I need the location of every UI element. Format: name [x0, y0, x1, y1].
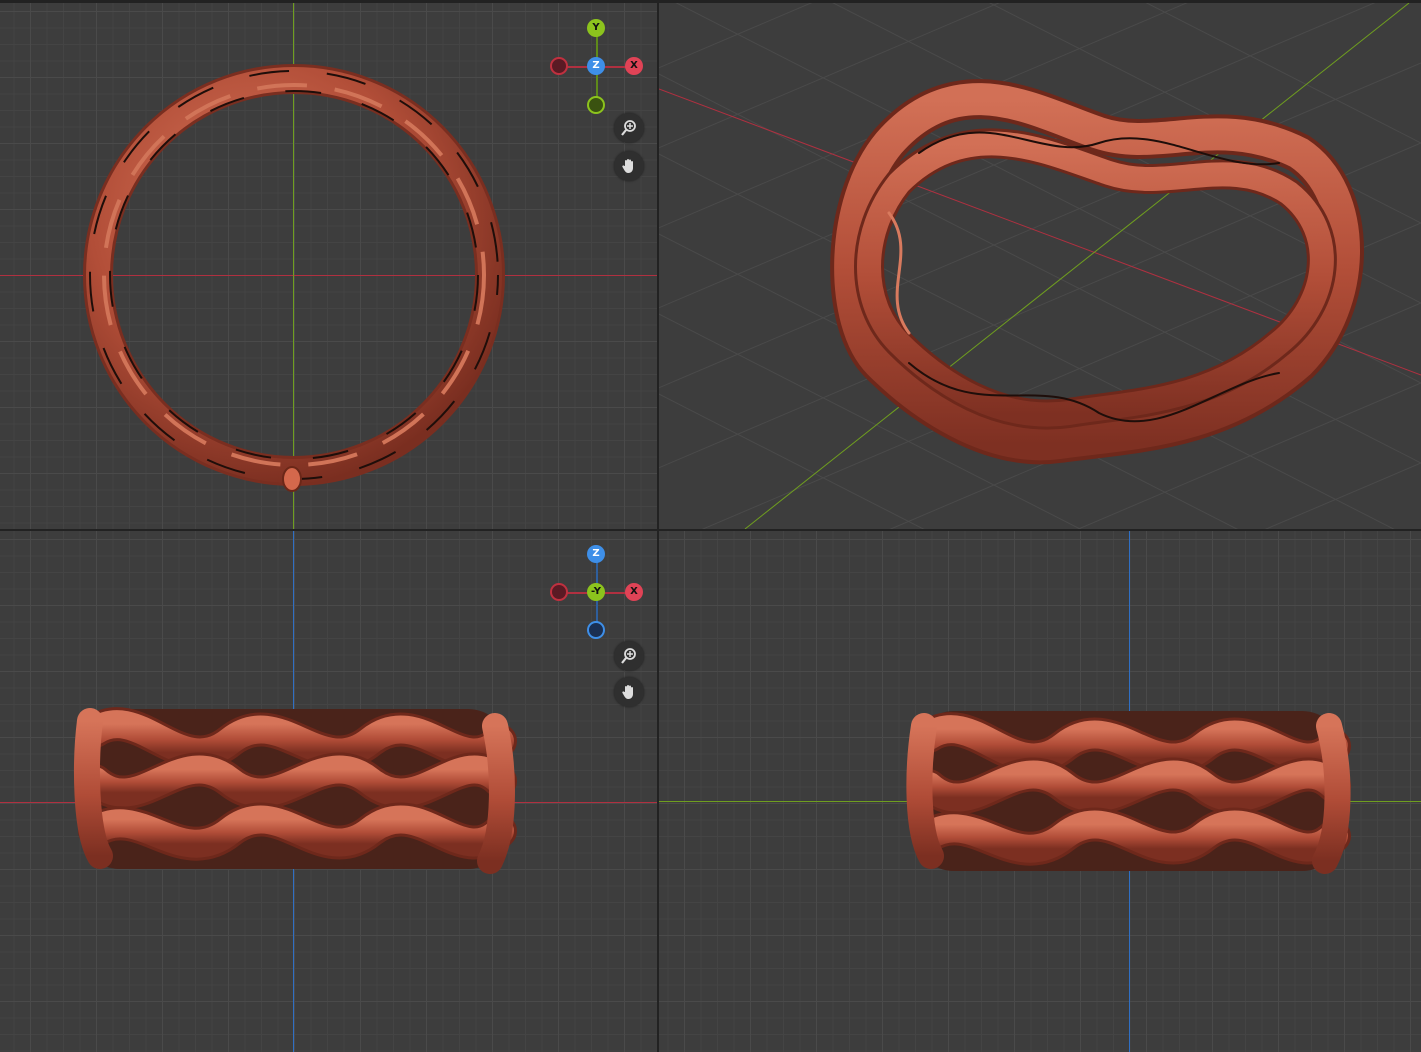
- viewport-perspective[interactable]: [659, 3, 1421, 529]
- gizmo-y-axis[interactable]: Y: [587, 19, 605, 37]
- gizmo-z-axis[interactable]: Z: [587, 545, 605, 563]
- gizmo-neg-z-axis[interactable]: [587, 621, 605, 639]
- gizmo-x-axis[interactable]: X: [625, 57, 643, 75]
- four-view-layout: Y Z X Z -Y X: [0, 0, 1421, 1052]
- gizmo-neg-y-axis[interactable]: [587, 96, 605, 114]
- ring-mesh-side[interactable]: [659, 531, 1421, 1052]
- ring-mesh-perspective[interactable]: [659, 3, 1421, 529]
- gizmo-neg-y-axis[interactable]: -Y: [587, 583, 605, 601]
- viewport-top[interactable]: Y Z X: [0, 3, 657, 529]
- axis-gizmo[interactable]: Y Z X: [548, 17, 657, 117]
- viewport-side[interactable]: [659, 531, 1421, 1052]
- viewport-front[interactable]: Z -Y X: [0, 531, 657, 1052]
- hand-icon[interactable]: [614, 151, 644, 181]
- gizmo-x-axis[interactable]: X: [625, 583, 643, 601]
- hand-icon[interactable]: [614, 677, 644, 707]
- zoom-in-icon[interactable]: [614, 113, 644, 143]
- gizmo-neg-x-axis[interactable]: [550, 583, 568, 601]
- axis-gizmo[interactable]: Z -Y X: [548, 545, 657, 645]
- gizmo-neg-x-axis[interactable]: [550, 57, 568, 75]
- gizmo-z-axis[interactable]: Z: [587, 57, 605, 75]
- zoom-in-icon[interactable]: [614, 641, 644, 671]
